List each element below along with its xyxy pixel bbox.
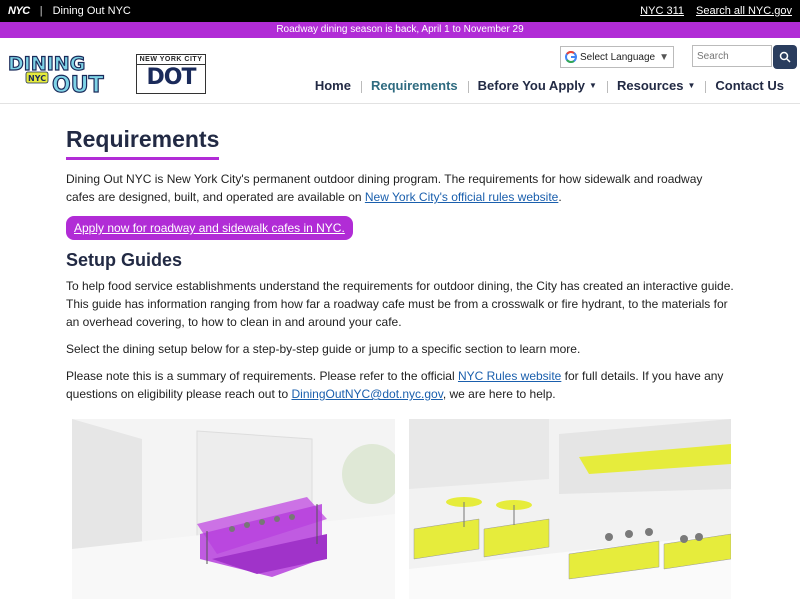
nav-contact[interactable]: Contact Us (705, 78, 794, 93)
nyc-311-link[interactable]: NYC 311 (640, 5, 684, 17)
language-label: Select Language (580, 51, 656, 63)
rules-website-link[interactable]: New York City's official rules website (365, 190, 558, 204)
search-icon (779, 51, 791, 63)
sidewalk-dining-image[interactable] (409, 419, 731, 599)
nav-home[interactable]: Home (305, 78, 361, 93)
intro-end: . (558, 190, 562, 204)
google-icon (565, 51, 577, 63)
out-logo-text: OUT (52, 73, 104, 96)
top-links: NYC 311 Search all NYC.gov (640, 5, 792, 17)
intro-paragraph: Dining Out NYC is New York City's perman… (66, 170, 734, 206)
site-name: Dining Out NYC (52, 5, 131, 17)
select-setup-paragraph: Select the dining setup below for a step… (66, 342, 581, 356)
setup-guides-heading: Setup Guides (66, 250, 183, 270)
search-input[interactable] (692, 45, 772, 67)
search-nycgov-link[interactable]: Search all NYC.gov (696, 5, 792, 17)
setup-images (72, 419, 731, 599)
nav-resources[interactable]: Resources ▼ (606, 78, 705, 93)
chevron-down-icon: ▼ (589, 81, 597, 90)
main-nav: Home Requirements Before You Apply ▼ Reso… (305, 78, 794, 93)
roadway-dining-image[interactable] (72, 419, 395, 599)
nav-before-you-apply[interactable]: Before You Apply ▼ (467, 78, 607, 93)
chevron-down-icon: ▼ (687, 81, 696, 90)
site-header: DINING NYC OUT NEW YORK CITY DOT Select … (0, 38, 800, 104)
main-content: Requirements Dining Out NYC is New York … (0, 104, 800, 403)
nyc-badge-text: NYC (28, 74, 46, 83)
language-selector[interactable]: Select Language ▼ (560, 46, 674, 68)
search-button[interactable] (773, 45, 797, 69)
nav-before-label: Before You Apply (477, 78, 586, 93)
nyc-dot-logo[interactable]: NEW YORK CITY DOT (136, 54, 206, 94)
separator: | (39, 5, 43, 17)
page-title: Requirements (66, 126, 220, 160)
dot-logo-main: DOT (146, 65, 197, 90)
note-paragraph: Please note this is a summary of require… (66, 367, 734, 403)
setup-paragraph: To help food service establishments unde… (66, 279, 734, 329)
roadway-illustration (72, 419, 395, 599)
apply-now-button[interactable]: Apply now for roadway and sidewalk cafes… (66, 216, 353, 240)
dot-logo-top: NEW YORK CITY (137, 55, 205, 65)
email-link[interactable]: DiningOutNYC@dot.nyc.gov (291, 387, 442, 401)
top-bar: NYC | Dining Out NYC NYC 311 Search all … (0, 0, 800, 22)
sidewalk-illustration (409, 419, 731, 599)
season-banner: Roadway dining season is back, April 1 t… (0, 22, 800, 38)
note-pre: Please note this is a summary of require… (66, 369, 458, 383)
note-end: , we are here to help. (442, 387, 556, 401)
nyc-rules-link[interactable]: NYC Rules website (458, 369, 561, 383)
dining-out-logo[interactable]: DINING NYC OUT (6, 52, 126, 96)
nav-requirements[interactable]: Requirements (360, 78, 468, 93)
caret-down-icon: ▼ (659, 51, 669, 63)
nyc-logo[interactable]: NYC (8, 5, 30, 17)
nav-resources-label: Resources (616, 78, 684, 93)
